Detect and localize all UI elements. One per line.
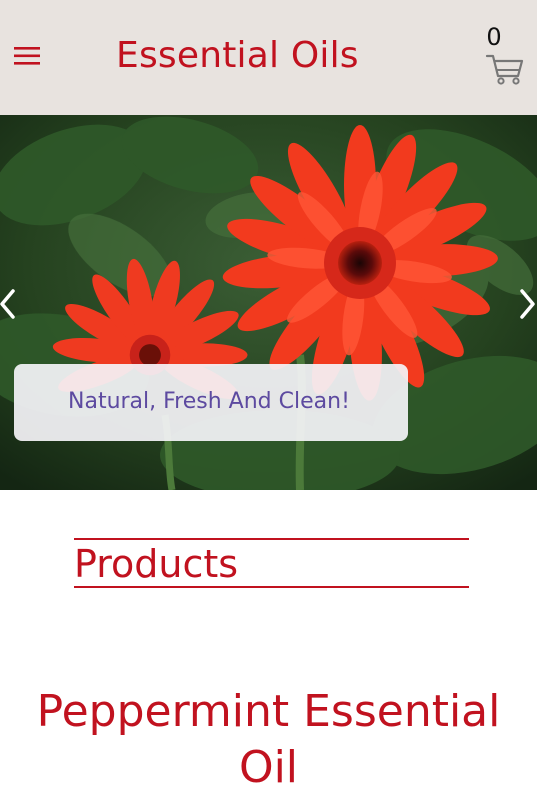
page: Essential Oils 0 Natural, Fresh And Clea…	[0, 0, 537, 785]
hero-tagline: Natural, Fresh And Clean!	[68, 389, 350, 414]
products-heading-text: Products	[74, 542, 239, 586]
chevron-right-icon	[520, 289, 535, 319]
hamburger-icon	[14, 47, 40, 65]
cart-icon	[485, 54, 524, 85]
chevron-left-icon	[0, 289, 15, 319]
menu-button[interactable]	[12, 43, 42, 69]
site-title[interactable]: Essential Oils	[116, 34, 359, 78]
site-header: Essential Oils 0	[0, 0, 537, 115]
products-section-heading: Products	[74, 538, 469, 588]
cart-count: 0	[486, 23, 502, 51]
cart-button[interactable]: 0	[485, 22, 529, 88]
carousel-next-button[interactable]	[515, 287, 537, 321]
carousel-prev-button[interactable]	[0, 287, 20, 321]
product-title[interactable]: Peppermint Essential Oil	[20, 684, 517, 785]
hero-tagline-box: Natural, Fresh And Clean!	[14, 364, 408, 441]
hero-carousel: Natural, Fresh And Clean!	[0, 115, 537, 490]
